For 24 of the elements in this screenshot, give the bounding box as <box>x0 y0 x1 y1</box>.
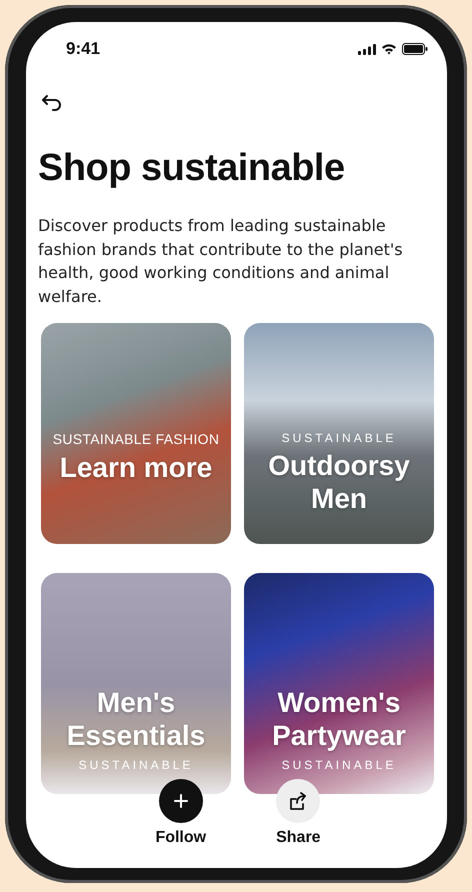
plus-icon <box>174 794 188 808</box>
back-icon[interactable] <box>40 93 64 113</box>
card-eyebrow: SUSTAINABLE FASHION <box>52 431 220 447</box>
battery-icon <box>402 43 428 55</box>
category-card[interactable]: SUSTAINABLE Outdoorsy Men <box>244 323 434 544</box>
share-button[interactable] <box>276 779 320 823</box>
card-title: Men's Essentials <box>66 686 206 752</box>
wifi-icon <box>381 43 397 55</box>
card-title: Outdoorsy Men <box>267 449 411 515</box>
card-eyebrow: SUSTAINABLE <box>78 758 194 772</box>
page-title: Shop sustainable <box>38 147 346 190</box>
card-title: Women's Partywear <box>271 686 407 752</box>
action-label: Follow <box>155 829 206 847</box>
share-icon <box>289 792 308 810</box>
status-time: 9:41 <box>66 39 100 59</box>
card-eyebrow: SUSTAINABLE <box>282 431 396 445</box>
follow-button[interactable] <box>158 779 203 823</box>
page-description: Discover products from leading sustainable fashion brands that contribute to the planet's health, good working conditions and animal welfare. <box>38 215 404 308</box>
category-card[interactable]: Women's Partywear SUSTAINABLE <box>244 573 434 794</box>
signal-icon <box>358 44 376 54</box>
category-card[interactable]: SUSTAINABLE FASHION Learn more <box>41 323 231 544</box>
action-label: Share <box>276 829 321 847</box>
card-eyebrow: SUSTAINABLE <box>282 758 396 772</box>
card-title: Learn more <box>60 451 212 484</box>
